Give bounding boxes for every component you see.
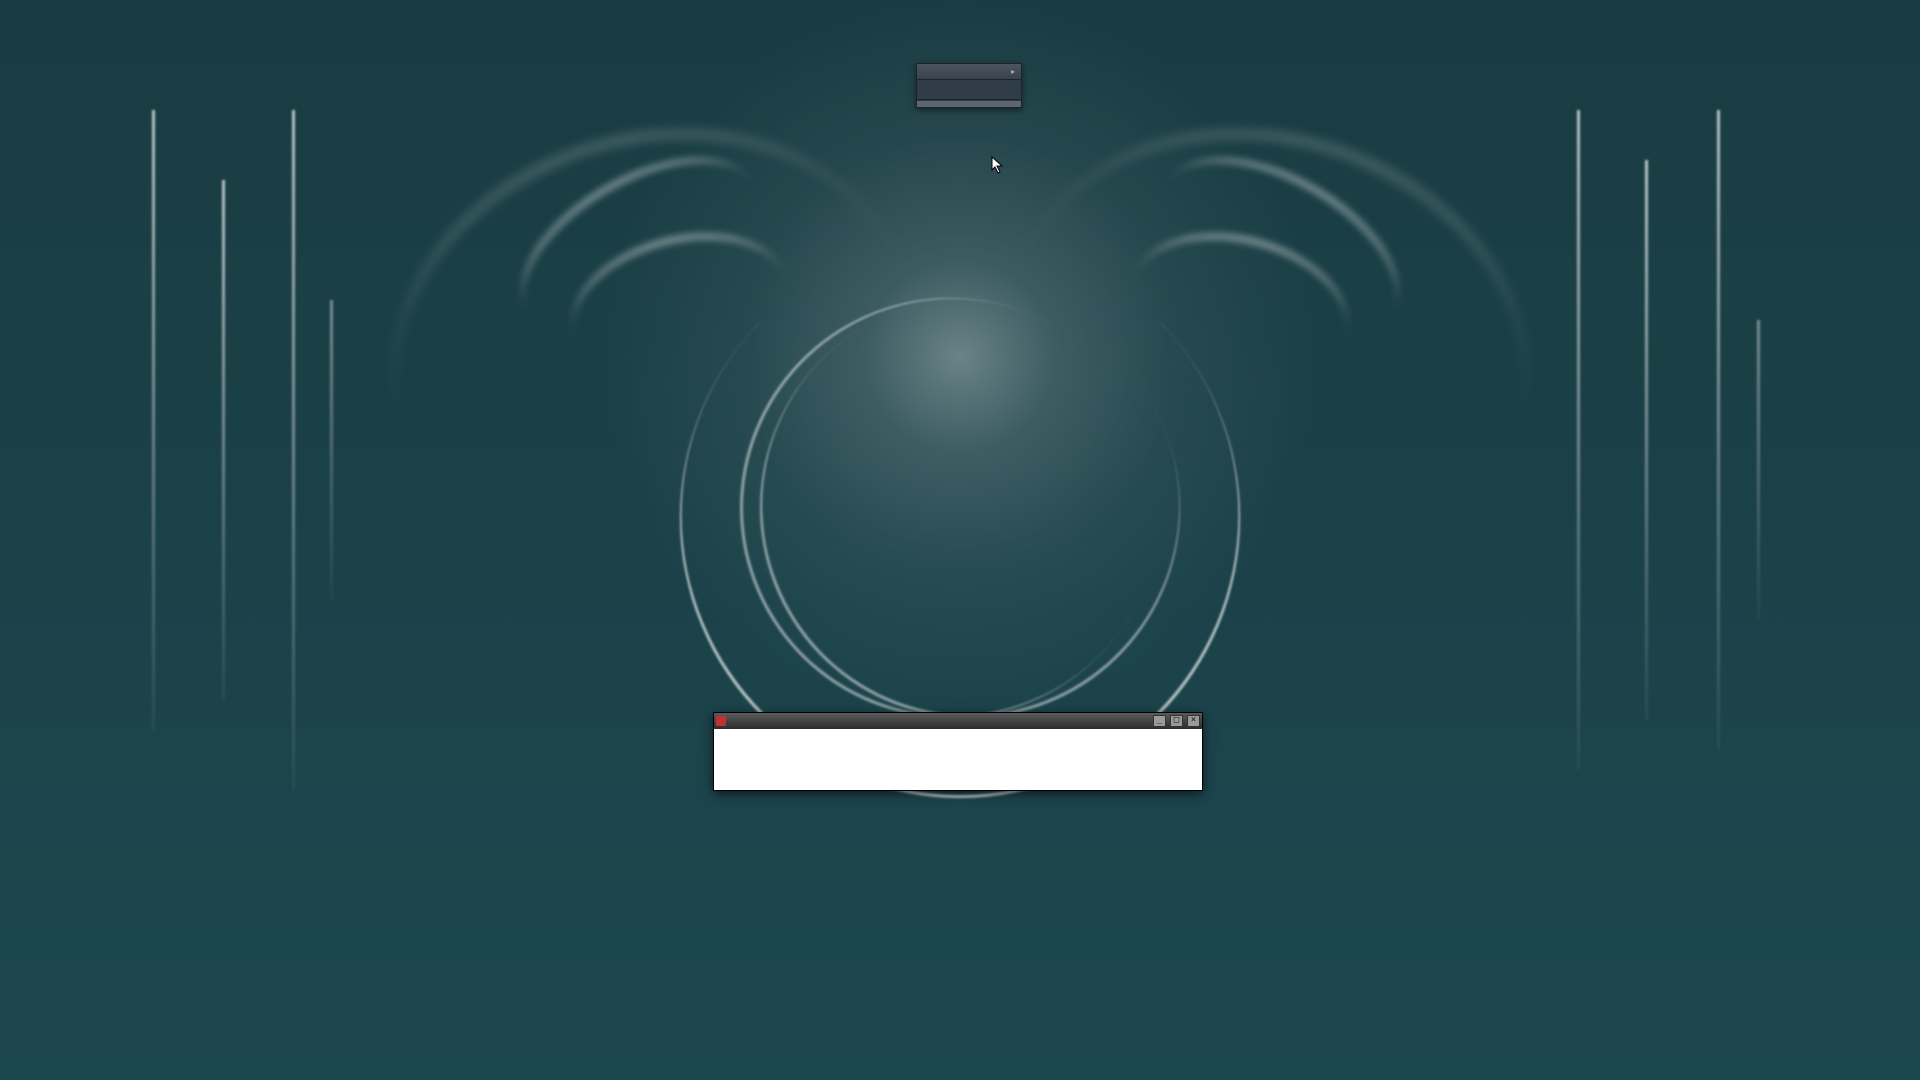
wallpaper-scratch [330, 300, 333, 600]
wallpaper-scratch [1577, 110, 1580, 770]
desktop-context-menu: ▸ [916, 63, 1022, 108]
maximize-button[interactable]: □ [1170, 715, 1183, 727]
terminal-window[interactable]: _ □ × [713, 712, 1203, 791]
wallpaper-scratch [1645, 160, 1648, 720]
menu-item-logout[interactable] [917, 101, 1021, 107]
wallpaper-scratch [1717, 110, 1720, 750]
wallpaper-scratch [292, 110, 295, 790]
terminal-titlebar[interactable]: _ □ × [714, 713, 1202, 729]
close-button[interactable]: × [1187, 715, 1200, 727]
wallpaper-scratch [152, 110, 155, 730]
wallpaper-scratch [222, 180, 225, 700]
menu-header-system[interactable]: ▸ [917, 64, 1021, 80]
menu-separator [917, 99, 1021, 100]
wallpaper-scratch [1757, 320, 1760, 620]
terminal-body[interactable] [714, 729, 1202, 790]
menu-item-screenshot[interactable] [917, 92, 1021, 98]
terminal-app-icon [716, 716, 726, 726]
wallpaper-art [410, 48, 1510, 748]
minimize-button[interactable]: _ [1153, 715, 1166, 727]
system-info-overlay [1852, 336, 1864, 658]
submenu-arrow-icon: ▸ [1011, 67, 1015, 76]
